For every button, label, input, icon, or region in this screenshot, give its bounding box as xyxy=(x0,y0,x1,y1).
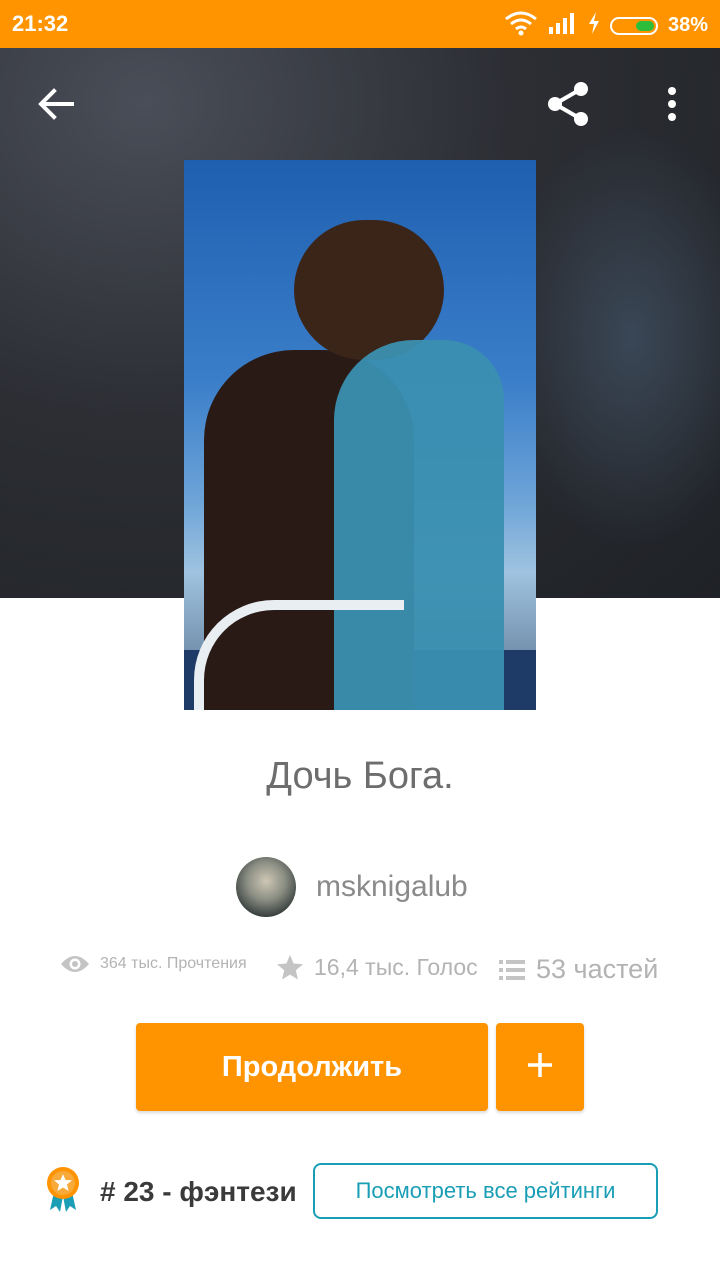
share-button[interactable] xyxy=(540,78,596,134)
eye-icon xyxy=(60,954,90,974)
author-link[interactable]: msknigalub xyxy=(236,857,468,917)
list-icon xyxy=(498,958,526,982)
battery-icon xyxy=(609,16,658,35)
ranking-text: # 23 - фэнтези xyxy=(100,1175,297,1207)
status-bar: 21:32 38% xyxy=(0,0,720,48)
share-icon xyxy=(543,79,593,134)
author-name[interactable]: msknigalub xyxy=(316,870,468,904)
signal-icon xyxy=(548,11,578,40)
add-to-library-button[interactable] xyxy=(496,1023,584,1111)
parts-stat: 53 частей xyxy=(498,954,658,985)
more-options-button[interactable] xyxy=(644,78,700,134)
status-time: 21:32 xyxy=(12,11,69,36)
votes-count: 16,4 тыс. Голос xyxy=(314,954,478,980)
ranking-badge-icon xyxy=(44,1166,82,1217)
story-cover-image[interactable] xyxy=(184,160,536,710)
parts-count: 53 частей xyxy=(536,954,659,984)
more-vert-icon xyxy=(667,86,677,126)
plus-icon xyxy=(526,1051,554,1084)
votes-stat: 16,4 тыс. Голос xyxy=(276,954,478,981)
status-icons: 38% xyxy=(504,10,708,41)
battery-percent: 38% xyxy=(667,14,708,36)
story-stats: 364 тыс. Прочтения 16,4 тыс. Голос 53 ча… xyxy=(60,954,680,994)
ranking-info: # 23 - фэнтези xyxy=(44,1166,297,1217)
reads-stat: 364 тыс. Прочтения xyxy=(60,954,247,974)
view-all-ratings-button[interactable]: Посмотреть все рейтинги xyxy=(313,1163,658,1219)
story-title: Дочь Бога. xyxy=(266,755,454,797)
star-icon xyxy=(276,954,304,981)
wifi-icon xyxy=(504,10,538,41)
back-arrow-icon xyxy=(38,87,74,125)
author-avatar[interactable] xyxy=(236,857,296,917)
back-button[interactable] xyxy=(28,78,84,134)
reads-count: 364 тыс. Прочтения xyxy=(100,955,247,972)
continue-reading-button[interactable]: Продолжить xyxy=(136,1023,488,1111)
charging-icon xyxy=(588,12,600,39)
